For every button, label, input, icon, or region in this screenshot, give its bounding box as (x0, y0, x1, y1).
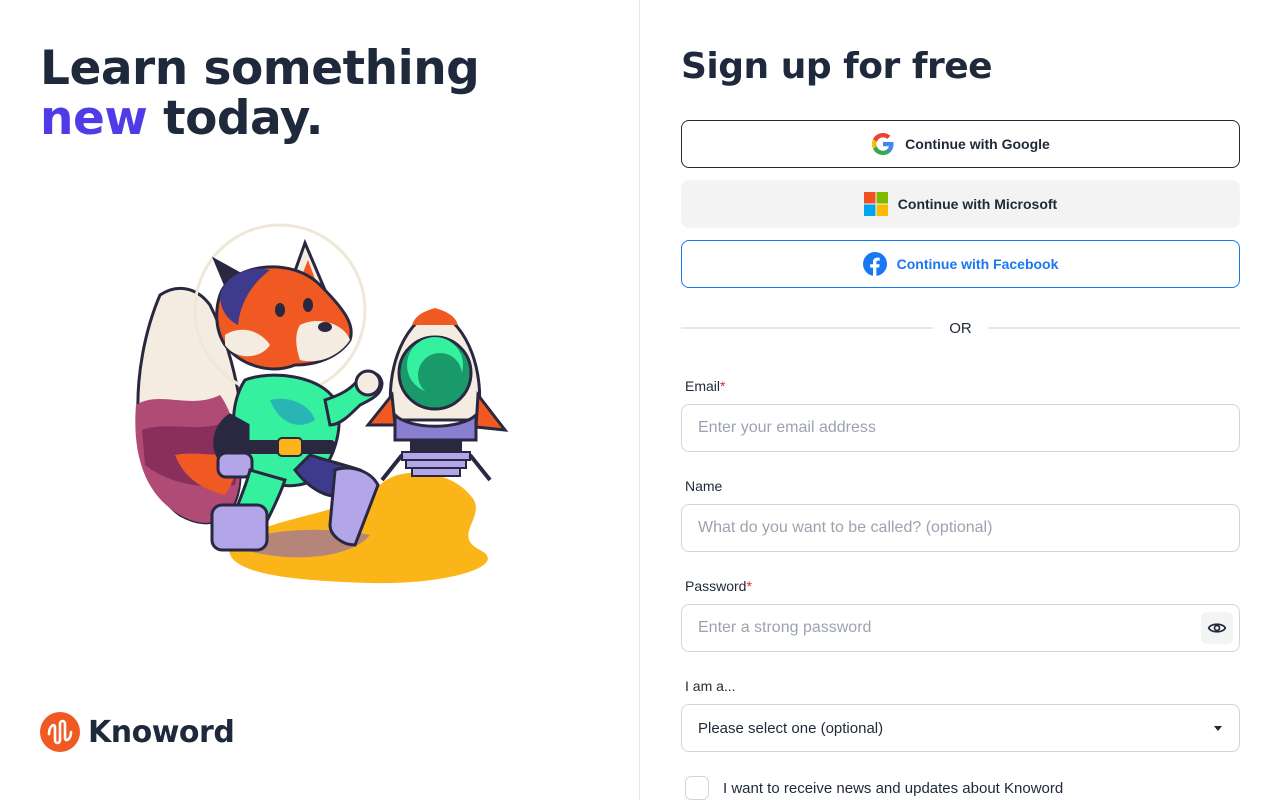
name-label: Name (685, 478, 722, 494)
name-label-text: Name (685, 478, 723, 494)
headline-rest: today. (147, 91, 323, 146)
divider-line-left (681, 327, 934, 329)
divider-line-right (987, 327, 1240, 329)
or-divider: OR (681, 318, 1240, 338)
continue-with-microsoft-button[interactable]: Continue with Microsoft (681, 180, 1240, 228)
knoword-logo-icon (40, 712, 80, 752)
password-label-text: Password (685, 578, 747, 594)
google-icon (872, 133, 894, 155)
brand: Knoword (40, 712, 235, 752)
divider-label: OR (949, 319, 972, 337)
facebook-button-label: Continue with Facebook (896, 256, 1059, 272)
newsletter-option: I want to receive news and updates about… (685, 776, 1063, 800)
email-field-wrapper (681, 404, 1240, 452)
role-select[interactable]: Please select one (optional) (681, 704, 1240, 752)
headline-accent: new (40, 91, 148, 146)
microsoft-icon (863, 192, 888, 216)
newsletter-checkbox[interactable] (685, 776, 709, 800)
newsletter-label[interactable]: I want to receive news and updates about… (723, 780, 1063, 797)
password-field-wrapper (681, 604, 1240, 652)
password-input[interactable] (698, 619, 1223, 637)
signup-title: Sign up for free (681, 46, 993, 87)
email-input[interactable] (698, 419, 1223, 437)
microsoft-button-label: Continue with Microsoft (897, 196, 1058, 212)
continue-with-facebook-button[interactable]: Continue with Facebook (681, 240, 1240, 288)
signup-panel: Sign up for free Continue with Google Co… (641, 0, 1280, 800)
chevron-down-icon (1214, 726, 1222, 731)
google-button-label: Continue with Google (905, 136, 1050, 152)
fox-astronaut-illustration (135, 223, 509, 584)
facebook-icon (862, 252, 887, 276)
role-label: I am a... (685, 678, 736, 694)
hero-headline: Learn something new today. (40, 41, 480, 146)
required-mark: * (746, 578, 752, 594)
headline-line1: Learn something (40, 41, 480, 96)
required-mark: * (720, 378, 726, 394)
brand-name: Knoword (88, 714, 235, 750)
eye-icon (1207, 623, 1227, 633)
email-label-text: Email (685, 378, 721, 394)
password-label: Password* (685, 578, 752, 594)
continue-with-google-button[interactable]: Continue with Google (681, 120, 1240, 168)
role-label-text: I am a... (685, 678, 736, 694)
name-field-wrapper (681, 504, 1240, 552)
left-panel: Learn something new today. Knoword (0, 0, 640, 800)
email-label: Email* (685, 378, 725, 394)
name-input[interactable] (698, 519, 1223, 537)
toggle-password-visibility-button[interactable] (1201, 612, 1233, 644)
role-select-value: Please select one (optional) (698, 719, 884, 737)
